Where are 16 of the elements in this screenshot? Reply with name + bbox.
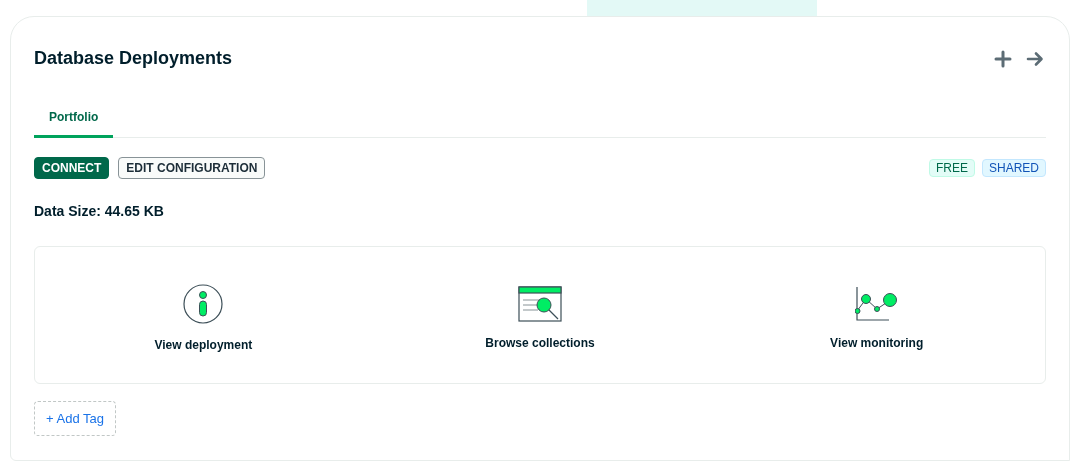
browser-window-icon	[518, 286, 562, 322]
info-icon	[183, 284, 224, 324]
status-badge: FREE	[928, 159, 975, 177]
arrow-right-icon[interactable]	[1026, 49, 1044, 68]
line-chart-icon	[854, 286, 899, 322]
tab[interactable]: Portfolio	[34, 108, 114, 138]
action-link[interactable]: Browse collections	[371, 247, 709, 383]
edit-configuration-button[interactable]: EDIT CONFIGURATION	[118, 157, 266, 179]
card-title: Database Deployments	[34, 47, 233, 70]
connect-button[interactable]: CONNECT	[34, 157, 110, 179]
action-link[interactable]: View deployment	[35, 247, 372, 383]
status-badge: SHARED	[982, 159, 1046, 177]
data-size-text: Data Size: 44.65 KB	[34, 202, 165, 221]
add-icon[interactable]	[994, 49, 1012, 68]
action-link[interactable]: View monitoring	[708, 247, 1045, 383]
add-tag-button[interactable]: + Add Tag	[34, 401, 116, 436]
